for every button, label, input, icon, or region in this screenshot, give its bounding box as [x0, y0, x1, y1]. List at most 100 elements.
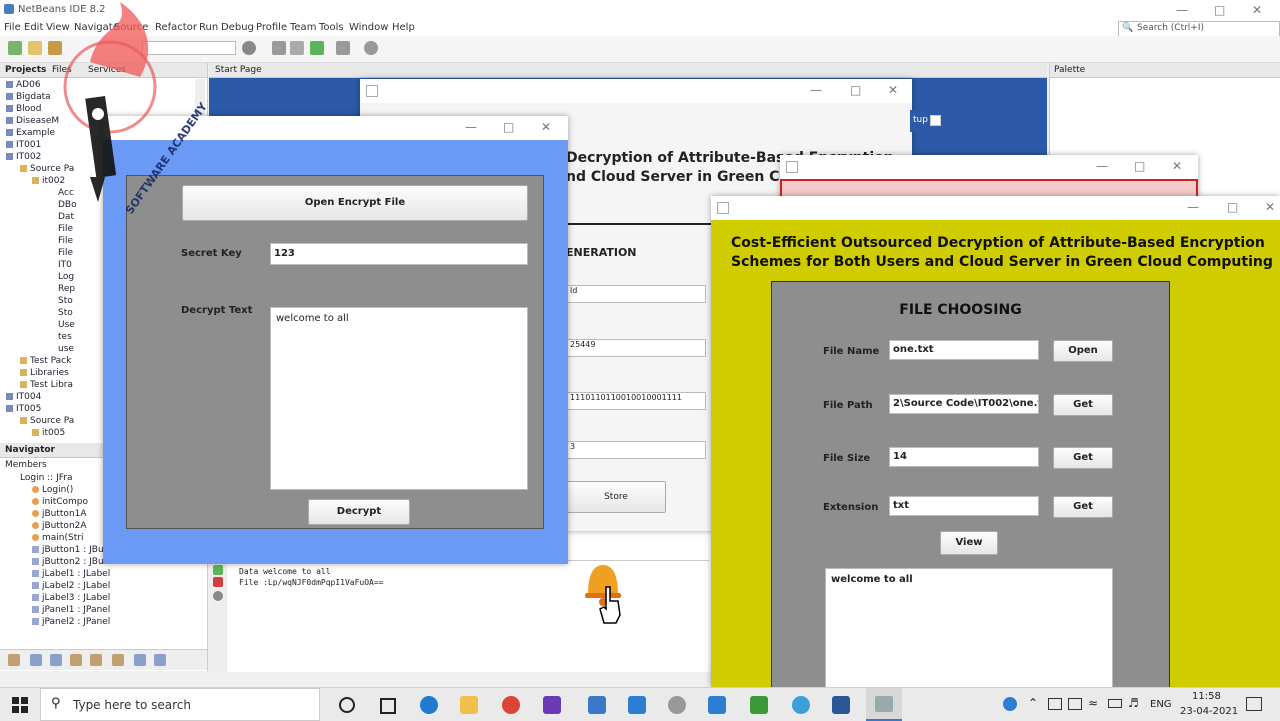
app-icon[interactable]: [708, 696, 726, 714]
tree-item[interactable]: File: [58, 224, 73, 234]
filter-icon[interactable]: [50, 654, 62, 666]
secret-key-field[interactable]: 123: [270, 243, 528, 265]
member-item[interactable]: jLabel1 : JLabel: [32, 569, 110, 579]
active-app[interactable]: [866, 688, 902, 721]
member-item[interactable]: jLabel2 : JLabel: [32, 581, 110, 591]
decrypt-button[interactable]: Decrypt: [308, 499, 410, 525]
tree-item[interactable]: IT004: [6, 392, 41, 402]
chrome-icon[interactable]: [502, 696, 520, 714]
hammer-icon[interactable]: [272, 41, 286, 55]
startup-checkbox[interactable]: [930, 115, 941, 126]
tree-item[interactable]: IT002: [6, 152, 41, 162]
vscode-icon[interactable]: [628, 696, 646, 714]
get-size-button[interactable]: Get: [1053, 447, 1113, 469]
tree-item[interactable]: Sto: [58, 296, 73, 306]
store-button[interactable]: Store: [566, 481, 666, 513]
member-item[interactable]: Login :: JFra: [20, 473, 72, 483]
keygen-field[interactable]: 1110110110010010001111: [566, 392, 706, 410]
filter-icon[interactable]: [30, 654, 42, 666]
language-indicator[interactable]: ENG: [1150, 699, 1172, 710]
minimize-icon[interactable]: —: [465, 120, 477, 134]
menu-team[interactable]: Team: [290, 22, 316, 33]
open-encrypt-file-button[interactable]: Open Encrypt File: [182, 185, 528, 221]
windows-start-icon[interactable]: [12, 697, 28, 716]
decrypt-text-area[interactable]: welcome to all: [270, 307, 528, 490]
ide-search-input[interactable]: 🔍 Search (Ctrl+I): [1118, 21, 1280, 37]
tree-item[interactable]: Source Pa: [20, 416, 74, 426]
filter-icon[interactable]: [134, 654, 146, 666]
battery-icon[interactable]: [1108, 699, 1122, 708]
menu-help[interactable]: Help: [392, 22, 415, 33]
settings-icon[interactable]: [213, 591, 223, 601]
close-icon[interactable]: ✕: [541, 120, 551, 134]
minimize-icon[interactable]: —: [1187, 200, 1199, 214]
rerun-icon[interactable]: [213, 565, 223, 575]
tree-item[interactable]: IT005: [6, 404, 41, 414]
globe-icon[interactable]: [242, 41, 256, 55]
menu-file[interactable]: File: [4, 22, 21, 33]
app-icon[interactable]: [750, 696, 768, 714]
minimize-icon[interactable]: —: [810, 83, 822, 97]
new-project-icon[interactable]: [8, 41, 22, 55]
filter-icon[interactable]: [90, 654, 102, 666]
get-extension-button[interactable]: Get: [1053, 496, 1113, 518]
edge-icon[interactable]: [420, 696, 438, 714]
member-item[interactable]: main(Stri: [32, 533, 83, 543]
tab-palette[interactable]: Palette: [1054, 65, 1085, 75]
tree-item[interactable]: Log: [58, 272, 74, 282]
tree-item[interactable]: Example: [6, 128, 55, 138]
close-icon[interactable]: ✕: [1252, 3, 1262, 17]
tree-item[interactable]: tes: [58, 332, 72, 342]
view-button[interactable]: View: [940, 531, 998, 555]
profile-icon[interactable]: [364, 41, 378, 55]
tab-navigator[interactable]: Navigator: [5, 445, 55, 455]
keygen-field[interactable]: 3: [566, 441, 706, 459]
tree-item[interactable]: Use: [58, 320, 75, 330]
menu-run[interactable]: Run: [199, 22, 218, 33]
network-icon[interactable]: ≈: [1088, 696, 1098, 710]
debug-icon[interactable]: [336, 41, 350, 55]
tree-item[interactable]: use: [58, 344, 74, 354]
maximize-icon[interactable]: □: [850, 83, 861, 97]
tree-item[interactable]: IT0: [58, 260, 72, 270]
menu-tools[interactable]: Tools: [319, 22, 344, 33]
member-item[interactable]: Login(): [32, 485, 73, 495]
help-icon[interactable]: [1003, 697, 1017, 711]
volume-icon[interactable]: ♬: [1128, 696, 1139, 710]
clock-date[interactable]: 23-04-2021: [1180, 706, 1238, 717]
tab-projects[interactable]: Projects: [5, 65, 46, 75]
tree-item[interactable]: Rep: [58, 284, 75, 294]
chevron-up-icon[interactable]: ⌃: [1028, 696, 1038, 710]
member-item[interactable]: initCompo: [32, 497, 88, 507]
menu-profile[interactable]: Profile: [256, 22, 287, 33]
maximize-icon[interactable]: □: [1134, 159, 1145, 173]
clock-time[interactable]: 11:58: [1192, 691, 1221, 702]
keygen-field[interactable]: 25449: [566, 339, 706, 357]
menu-window[interactable]: Window: [349, 22, 388, 33]
run-icon[interactable]: [310, 41, 324, 55]
close-icon[interactable]: ✕: [1172, 159, 1182, 173]
tree-item[interactable]: File: [58, 248, 73, 258]
notifications-icon[interactable]: [1246, 697, 1262, 711]
filter-icon[interactable]: [154, 654, 166, 666]
tab-start-page[interactable]: Start Page: [215, 65, 262, 75]
filter-icon[interactable]: [8, 654, 20, 666]
tree-item[interactable]: DiseaseM: [6, 116, 59, 126]
tree-item[interactable]: Blood: [6, 104, 41, 114]
tray-icon[interactable]: [1048, 698, 1062, 710]
member-item[interactable]: jLabel3 : JLabel: [32, 593, 110, 603]
minimize-icon[interactable]: —: [1176, 3, 1188, 17]
app-icon[interactable]: [668, 696, 686, 714]
tree-item[interactable]: Sto: [58, 308, 73, 318]
member-item[interactable]: jPanel2 : JPanel: [32, 617, 110, 627]
maximize-icon[interactable]: □: [1227, 200, 1238, 214]
menu-debug[interactable]: Debug: [221, 22, 254, 33]
tree-item[interactable]: it005: [32, 428, 65, 438]
menu-edit[interactable]: Edit: [24, 22, 43, 33]
keygen-field[interactable]: ld: [566, 285, 706, 303]
tree-item[interactable]: Test Pack: [20, 356, 71, 366]
minimize-icon[interactable]: —: [1096, 159, 1108, 173]
new-file-icon[interactable]: [28, 41, 42, 55]
extension-field[interactable]: txt: [889, 496, 1039, 516]
tree-item[interactable]: Bigdata: [6, 92, 51, 102]
